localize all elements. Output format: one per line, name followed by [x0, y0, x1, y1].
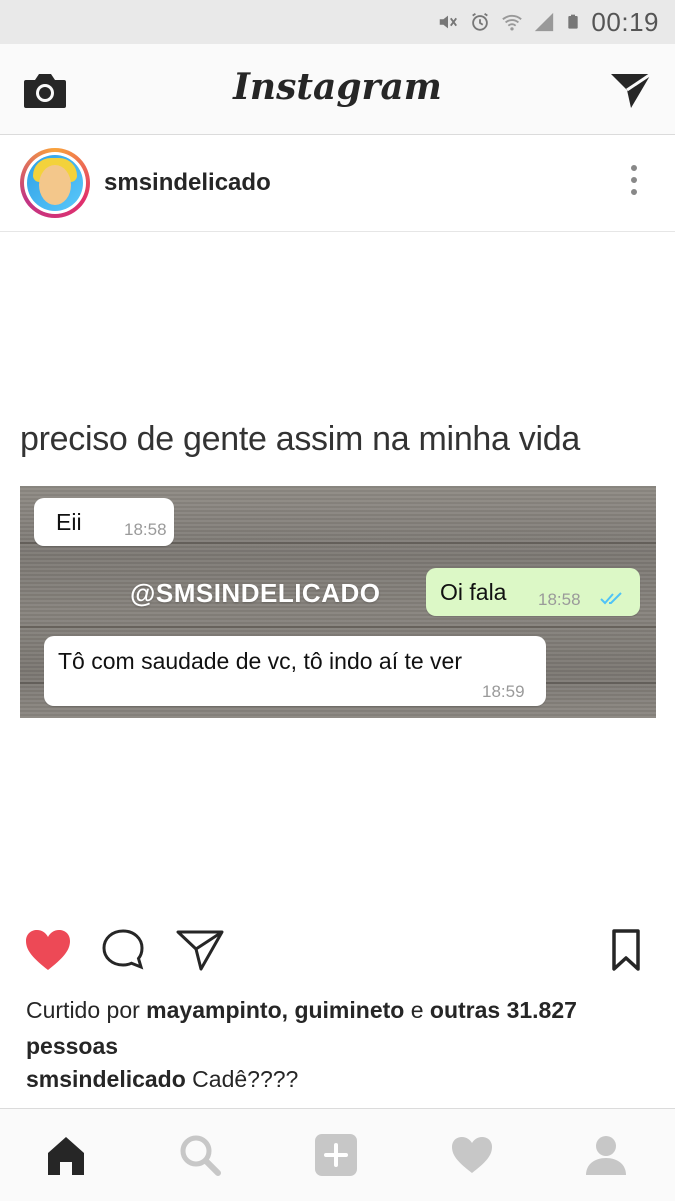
more-options-icon[interactable]: [629, 165, 639, 201]
battery-icon: [568, 14, 579, 29]
avatar[interactable]: [20, 148, 90, 218]
message-time: 18:59: [482, 682, 525, 701]
search-icon[interactable]: [176, 1131, 224, 1179]
post-caption: smsindelicado Cadê????: [26, 1066, 298, 1093]
like-heart-icon[interactable]: [24, 928, 72, 972]
status-bar: 00:19: [0, 0, 675, 44]
mute-icon: [440, 15, 458, 29]
signal-icon: [535, 12, 554, 32]
direct-message-icon[interactable]: [609, 70, 653, 110]
home-icon[interactable]: [42, 1131, 90, 1179]
message-text: Oi fala: [440, 579, 507, 605]
activity-heart-icon[interactable]: [448, 1131, 496, 1179]
avatar-image: [27, 155, 83, 211]
post-header: smsindelicado: [0, 135, 675, 232]
top-app-bar: Instagram: [0, 44, 675, 135]
liker-username[interactable]: mayampinto: [146, 997, 281, 1023]
wifi-icon: [502, 14, 523, 31]
message-time: 18:58: [538, 590, 581, 609]
caption-username[interactable]: smsindelicado: [26, 1066, 186, 1092]
message-text: Tô com saudade de vc, tô indo aí te ver: [58, 648, 463, 674]
post-username[interactable]: smsindelicado: [104, 169, 271, 197]
post-actions: [0, 912, 675, 988]
share-icon[interactable]: [176, 928, 224, 972]
liker-username[interactable]: guimineto: [294, 997, 404, 1023]
image-headline: preciso de gente assim na minha vida: [20, 420, 580, 458]
likes-summary[interactable]: Curtido por mayampinto, guimineto e outr…: [26, 992, 656, 1064]
chat-bubble-incoming: Tô com saudade de vc, tô indo aí te ver …: [44, 636, 546, 706]
comment-icon[interactable]: [100, 928, 148, 972]
likes-prefix: Curtido por: [26, 997, 140, 1023]
post-image[interactable]: preciso de gente assim na minha vida @SM…: [0, 232, 675, 912]
message-text: Eii: [56, 509, 82, 535]
caption-text: Cadê????: [192, 1066, 299, 1092]
status-time: 00:19: [591, 6, 659, 37]
read-ticks-icon: [600, 592, 622, 605]
alarm-icon: [472, 12, 489, 31]
add-post-icon[interactable]: [312, 1131, 360, 1179]
chat-bubble-outgoing: Oi fala 18:58: [426, 568, 640, 616]
message-time: 18:58: [124, 520, 167, 539]
likes-conjunction: e: [410, 997, 424, 1023]
chat-screenshot: @SMSINDELICADO Eii 18:58 Oi fala 18:58 T…: [20, 486, 656, 718]
profile-icon[interactable]: [582, 1131, 630, 1179]
likes-separator: ,: [281, 997, 289, 1023]
bottom-navigation: [0, 1108, 675, 1201]
app-logo: Instagram: [233, 66, 442, 108]
image-watermark: @SMSINDELICADO: [130, 578, 381, 608]
status-icons: 00:19: [437, 6, 659, 38]
chat-bubble-incoming: Eii 18:58: [34, 498, 174, 546]
save-bookmark-icon[interactable]: [604, 928, 648, 972]
